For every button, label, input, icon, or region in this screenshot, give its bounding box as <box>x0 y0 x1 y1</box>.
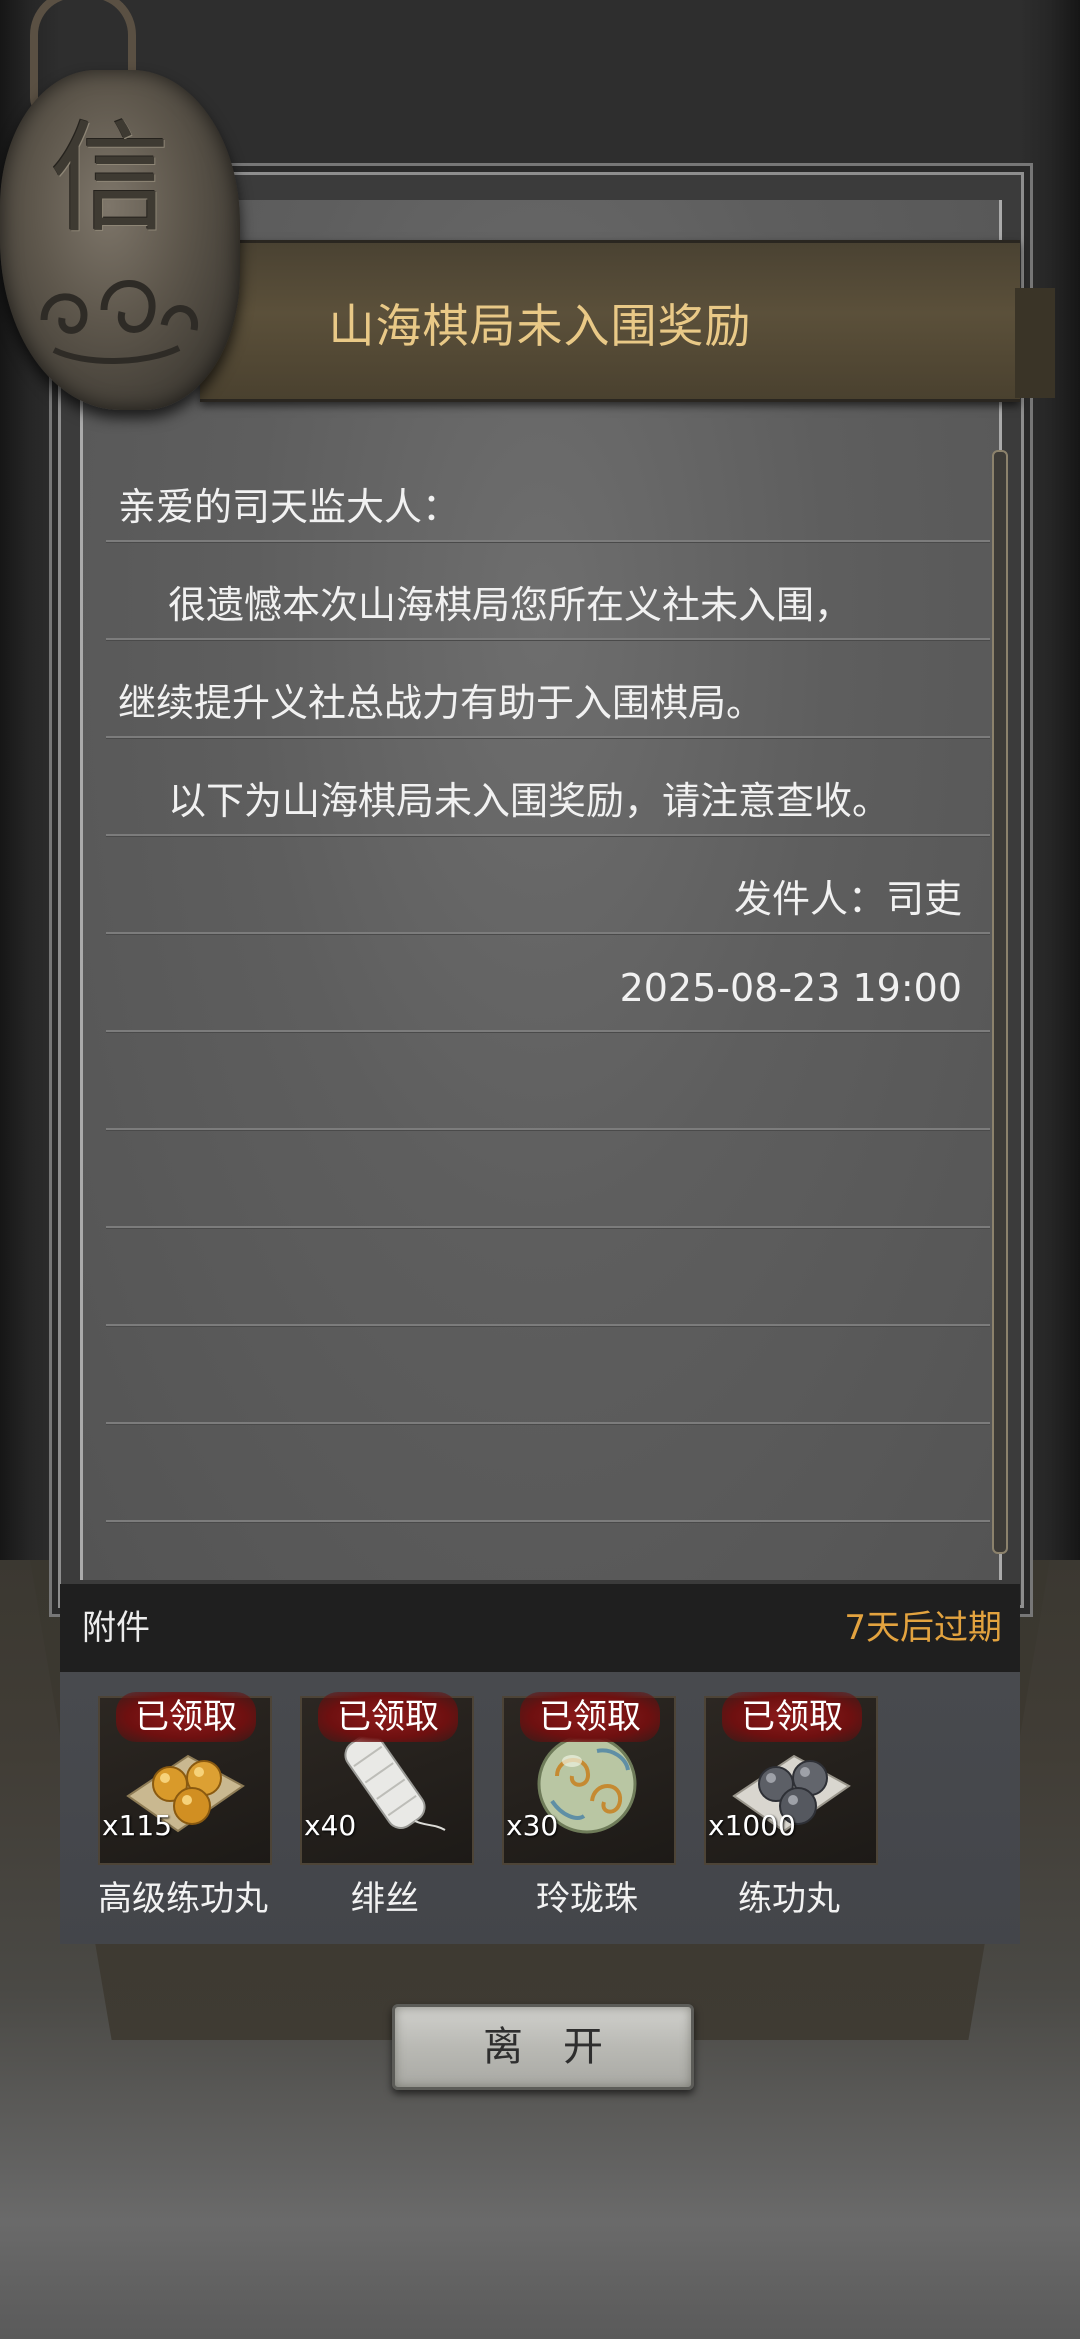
item-name: 高级练功丸 <box>98 1879 268 1919</box>
ruled-line <box>106 932 990 934</box>
attachment-item[interactable]: 已领取 x30 玲珑珠 <box>502 1692 676 1926</box>
attachment-item[interactable]: 已领取 x40 绯丝 <box>300 1692 474 1926</box>
ruled-line <box>106 540 990 542</box>
cloud-swirl-icon <box>40 280 199 364</box>
claimed-badge: 已领取 <box>318 1692 458 1742</box>
letter-greeting: 亲爱的司天监大人： <box>118 485 461 529</box>
attachments-label: 附件 <box>82 1608 150 1648</box>
letter-body-line: 很遗憾本次山海棋局您所在义社未入围， <box>168 583 853 627</box>
title-banner-tail <box>1015 288 1055 398</box>
letter-timestamp: 2025-08-23 19:00 <box>619 966 962 1010</box>
leave-button[interactable]: 离开 <box>392 2004 694 2090</box>
letter-scrollbar[interactable] <box>992 450 1008 1554</box>
ruled-line <box>106 1226 990 1228</box>
ruled-line <box>106 1030 990 1032</box>
item-name: 练功丸 <box>738 1879 840 1919</box>
mail-screen: 山海棋局未入围奖励 信 亲爱的司天监大人： 很遗憾本次山海棋局您所在义社未入围，… <box>0 0 1080 2339</box>
item-count: x1000 <box>708 1809 796 1842</box>
claimed-badge: 已领取 <box>116 1692 256 1742</box>
attachment-item[interactable]: 已领取 x115 高级练功丸 <box>98 1692 272 1926</box>
ruled-line <box>106 834 990 836</box>
mail-title: 山海棋局未入围奖励 <box>328 299 752 353</box>
letter-body-line: 以下为山海棋局未入围奖励，请注意查收。 <box>168 779 891 823</box>
item-name: 绯丝 <box>351 1879 419 1919</box>
attachment-item[interactable]: 已领取 x1000 练功丸 <box>704 1692 878 1926</box>
letter-body-line: 继续提升义社总战力有助于入围棋局。 <box>118 681 765 725</box>
item-name: 玲珑珠 <box>536 1879 638 1919</box>
claimed-badge: 已领取 <box>520 1692 660 1742</box>
seal-character: 信 <box>50 110 170 249</box>
ruled-line <box>106 638 990 640</box>
ruled-line <box>106 1520 990 1522</box>
ruled-line <box>106 736 990 738</box>
claimed-badge: 已领取 <box>722 1692 862 1742</box>
item-count: x115 <box>102 1809 173 1842</box>
item-count: x40 <box>304 1809 357 1842</box>
item-count: x30 <box>506 1809 559 1842</box>
attachments-expire: 7天后过期 <box>844 1608 1002 1648</box>
ruled-line <box>106 1422 990 1424</box>
ruled-line <box>106 1324 990 1326</box>
leave-button-label: 离开 <box>483 2024 643 2070</box>
letter-sender: 发件人：司吏 <box>733 877 962 921</box>
ruled-line <box>106 1128 990 1130</box>
